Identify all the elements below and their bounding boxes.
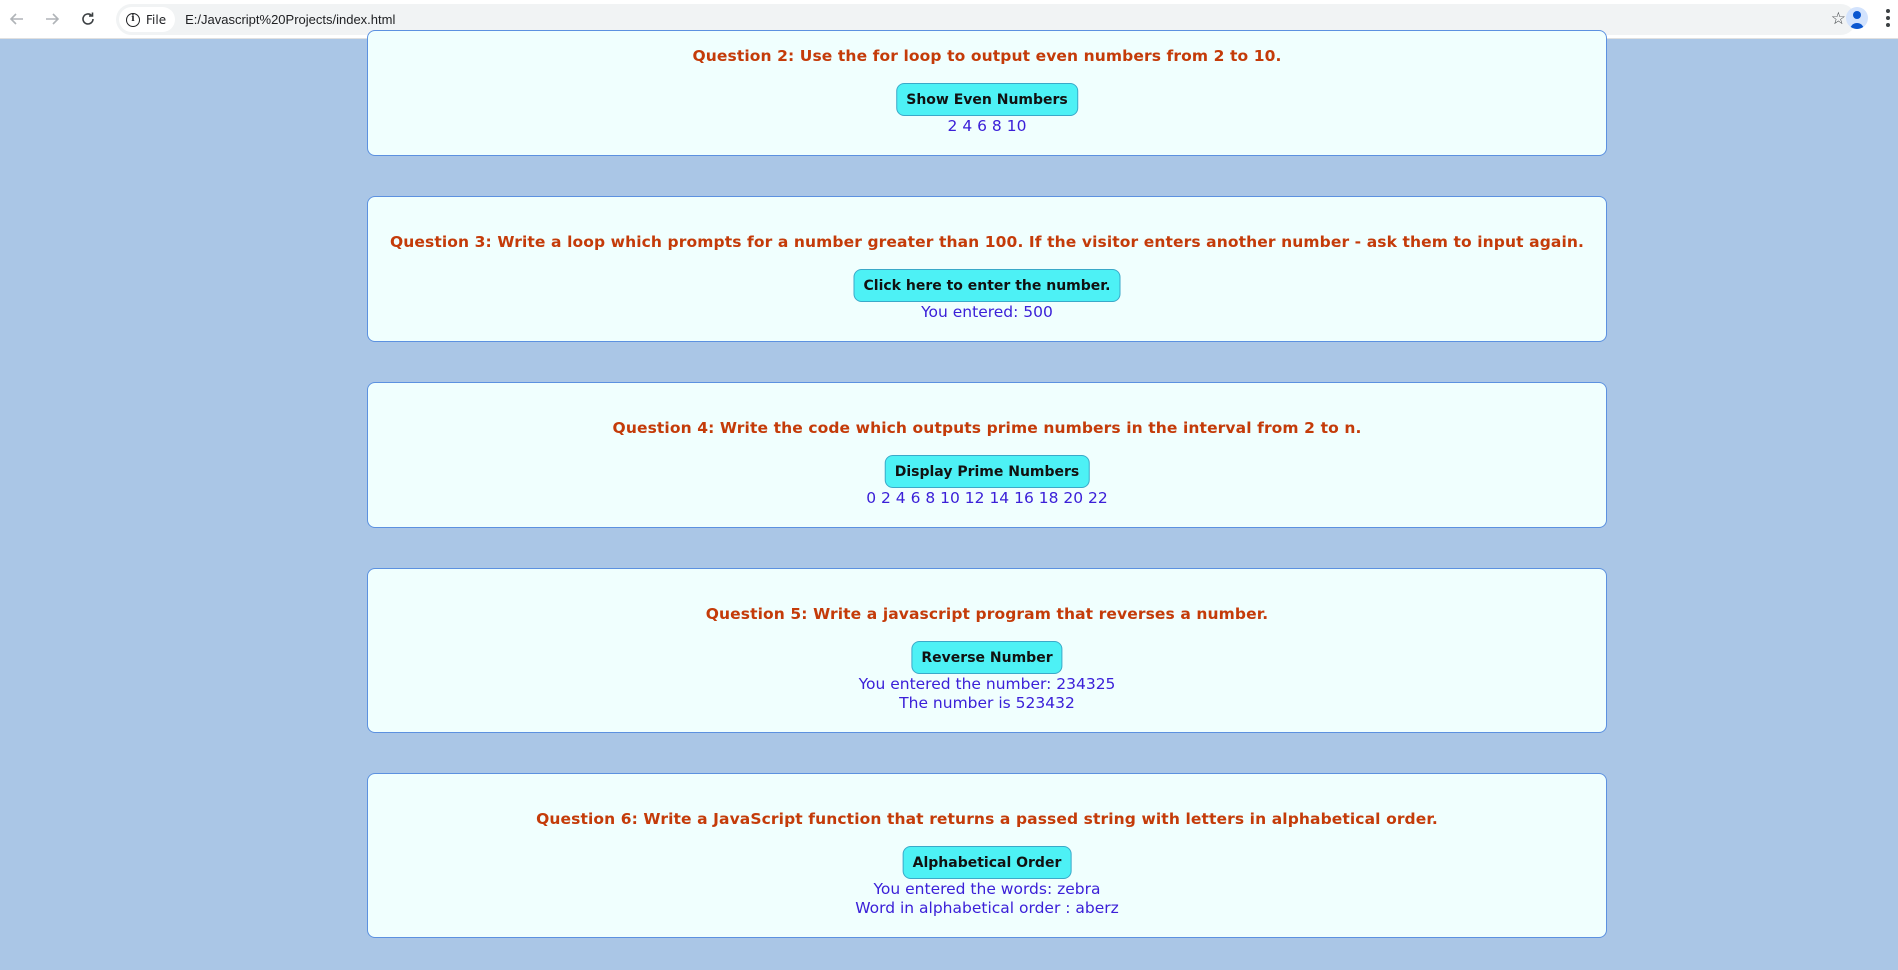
show-even-numbers-button[interactable]: Show Even Numbers [896, 83, 1078, 116]
info-icon: i [126, 12, 140, 27]
site-info-label: File [146, 12, 167, 27]
output-line: You entered: 500 [921, 303, 1053, 321]
menu-icon[interactable] [1886, 9, 1890, 27]
output-line: 2 4 6 8 10 [947, 117, 1027, 135]
arrow-left-icon [9, 13, 23, 25]
output-line: The number is 523432 [899, 694, 1075, 712]
question-text: Question 4: Write the code which outputs… [612, 419, 1362, 437]
question-text: Question 2: Use the for loop to output e… [692, 47, 1282, 65]
reverse-number-button[interactable]: Reverse Number [911, 641, 1063, 674]
question-card-4: Question 4: Write the code which outputs… [367, 382, 1607, 528]
output-line: You entered the number: 234325 [858, 675, 1116, 693]
question-text: Question 3: Write a loop which prompts f… [389, 233, 1584, 251]
output-line: Word in alphabetical order : aberz [855, 899, 1119, 917]
reload-icon [82, 12, 94, 25]
display-prime-numbers-button[interactable]: Display Prime Numbers [884, 455, 1090, 488]
question-text: Question 5: Write a javascript program t… [705, 605, 1269, 623]
star-icon[interactable]: ☆ [1831, 9, 1846, 29]
site-info-chip[interactable]: i File [119, 7, 176, 32]
question-card-2: Question 2: Use the for loop to output e… [367, 30, 1607, 156]
reload-button[interactable] [71, 3, 105, 35]
question-card-6: Question 6: Write a JavaScript function … [367, 773, 1607, 938]
output-line: 0 2 4 6 8 10 12 14 16 18 20 22 [866, 489, 1108, 507]
output-line: You entered the words: zebra [873, 880, 1101, 898]
forward-button[interactable] [35, 3, 69, 35]
question-text: Question 6: Write a JavaScript function … [536, 810, 1438, 828]
alphabetical-order-button[interactable]: Alphabetical Order [902, 846, 1072, 879]
back-button[interactable] [0, 3, 34, 35]
profile-icon[interactable] [1846, 7, 1868, 29]
url-text[interactable]: E:/Javascript%20Projects/index.html [185, 12, 395, 27]
question-card-3: Question 3: Write a loop which prompts f… [367, 196, 1607, 342]
question-card-5: Question 5: Write a javascript program t… [367, 568, 1607, 733]
arrow-right-icon [46, 13, 60, 25]
enter-number-button[interactable]: Click here to enter the number. [853, 269, 1121, 302]
